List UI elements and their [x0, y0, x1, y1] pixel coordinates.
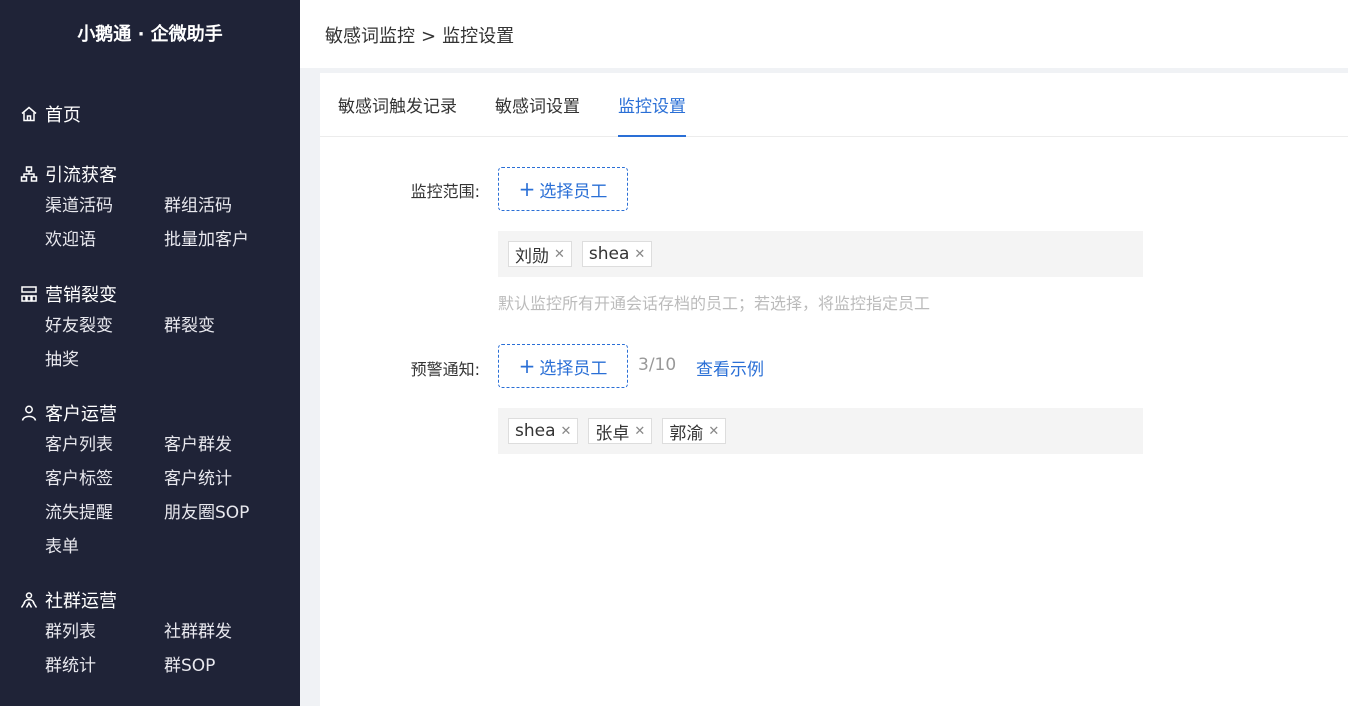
brand-title: 小鹅通 · 企微助手 — [77, 24, 223, 45]
employee-tag: shea ✕ — [508, 418, 579, 444]
alert-select-employee-button[interactable]: + 选择员工 — [498, 344, 628, 388]
sidebar-group-acquisition: 引流获客 渠道活码 群组活码 欢迎语 批量加客户 — [20, 162, 280, 252]
sidebar-group-title: 客户运营 — [20, 401, 280, 425]
sidebar-item-moments-sop[interactable]: 朋友圈SOP — [164, 501, 284, 525]
employee-tag: 张卓 ✕ — [588, 418, 653, 444]
sidebar: 小鹅通 · 企微助手 首页 引流获客 渠道活码 群组活码 欢迎语 批量加客户 营… — [0, 0, 300, 706]
scope-hint: 默认监控所有开通会话存档的员工；若选择，将监控指定员工 — [498, 294, 931, 313]
alert-count: 3/10 — [638, 355, 677, 375]
sidebar-item-home[interactable]: 首页 — [20, 101, 81, 127]
sidebar-item-customer-tags[interactable]: 客户标签 — [45, 467, 164, 491]
breadcrumb-parent[interactable]: 敏感词监控 — [325, 26, 415, 47]
sidebar-item-welcome[interactable]: 欢迎语 — [45, 228, 164, 252]
sidebar-item-group-code[interactable]: 群组活码 — [164, 194, 284, 218]
main-area: 敏感词监控 > 监控设置 敏感词触发记录 敏感词设置 监控设置 监控范围: + 选择… — [300, 0, 1348, 706]
close-icon[interactable]: ✕ — [634, 247, 645, 262]
scope-tag-box: 刘勋 ✕ shea ✕ — [498, 231, 1143, 277]
content-panel: 敏感词触发记录 敏感词设置 监控设置 监控范围: + 选择员工 刘勋 ✕ shea… — [320, 73, 1348, 706]
alert-tag-box: shea ✕ 张卓 ✕ 郭渝 ✕ — [498, 408, 1143, 454]
sidebar-item-community-broadcast[interactable]: 社群群发 — [164, 620, 284, 644]
sidebar-item-group-list[interactable]: 群列表 — [45, 620, 164, 644]
tab-word-settings[interactable]: 敏感词设置 — [495, 92, 580, 137]
scope-select-employee-button[interactable]: + 选择员工 — [498, 167, 628, 211]
sidebar-group-marketing: 营销裂变 好友裂变 群裂变 抽奖 — [20, 282, 280, 372]
sidebar-group-title: 社群运营 — [20, 588, 280, 612]
view-example-link[interactable]: 查看示例 — [696, 355, 764, 380]
breadcrumb-separator: > — [421, 26, 437, 47]
scope-label: 监控范围: — [410, 182, 480, 201]
sidebar-item-channel-code[interactable]: 渠道活码 — [45, 194, 164, 218]
sidebar-group-title: 营销裂变 — [20, 282, 280, 306]
plus-icon: + — [518, 177, 536, 201]
tab-monitor-settings[interactable]: 监控设置 — [618, 92, 686, 137]
sidebar-item-group-fission[interactable]: 群裂变 — [164, 314, 284, 338]
sidebar-item-friend-fission[interactable]: 好友裂变 — [45, 314, 164, 338]
sidebar-item-group-stats[interactable]: 群统计 — [45, 654, 164, 678]
sidebar-item-label: 首页 — [45, 105, 81, 126]
network-icon — [20, 165, 38, 183]
breadcrumb: 敏感词监控 > 监控设置 — [325, 22, 514, 48]
sidebar-item-lottery[interactable]: 抽奖 — [45, 348, 164, 372]
employee-tag: shea ✕ — [581, 241, 653, 267]
sidebar-group-title: 引流获客 — [20, 162, 280, 186]
sidebar-group-customer-ops: 客户运营 客户列表 客户群发 客户标签 客户统计 流失提醒 朋友圈SOP 表单 — [20, 401, 280, 559]
tab-bar: 敏感词触发记录 敏感词设置 监控设置 — [320, 73, 1348, 137]
employee-tag: 郭渝 ✕ — [662, 418, 727, 444]
home-icon — [20, 105, 38, 123]
user-icon — [20, 404, 38, 422]
sidebar-item-customer-stats[interactable]: 客户统计 — [164, 467, 284, 491]
close-icon[interactable]: ✕ — [561, 424, 572, 439]
breadcrumb-current: 监控设置 — [442, 26, 515, 47]
group-users-icon — [20, 591, 38, 609]
sidebar-item-batch-add[interactable]: 批量加客户 — [164, 228, 284, 252]
alert-label: 预警通知: — [410, 360, 480, 379]
close-icon[interactable]: ✕ — [708, 424, 719, 439]
employee-tag: 刘勋 ✕ — [508, 241, 572, 267]
sidebar-group-community-ops: 社群运营 群列表 社群群发 群统计 群SOP — [20, 588, 280, 678]
plus-icon: + — [518, 354, 536, 378]
close-icon[interactable]: ✕ — [634, 424, 645, 439]
topbar: 敏感词监控 > 监控设置 — [300, 0, 1348, 68]
sidebar-item-customer-list[interactable]: 客户列表 — [45, 433, 164, 457]
sidebar-item-form[interactable]: 表单 — [45, 535, 164, 559]
close-icon[interactable]: ✕ — [554, 247, 565, 262]
tab-trigger-records[interactable]: 敏感词触发记录 — [338, 92, 457, 137]
sidebar-item-customer-broadcast[interactable]: 客户群发 — [164, 433, 284, 457]
sidebar-item-group-sop[interactable]: 群SOP — [164, 654, 284, 678]
org-chart-icon — [20, 285, 38, 303]
sidebar-item-churn-alert[interactable]: 流失提醒 — [45, 501, 164, 525]
